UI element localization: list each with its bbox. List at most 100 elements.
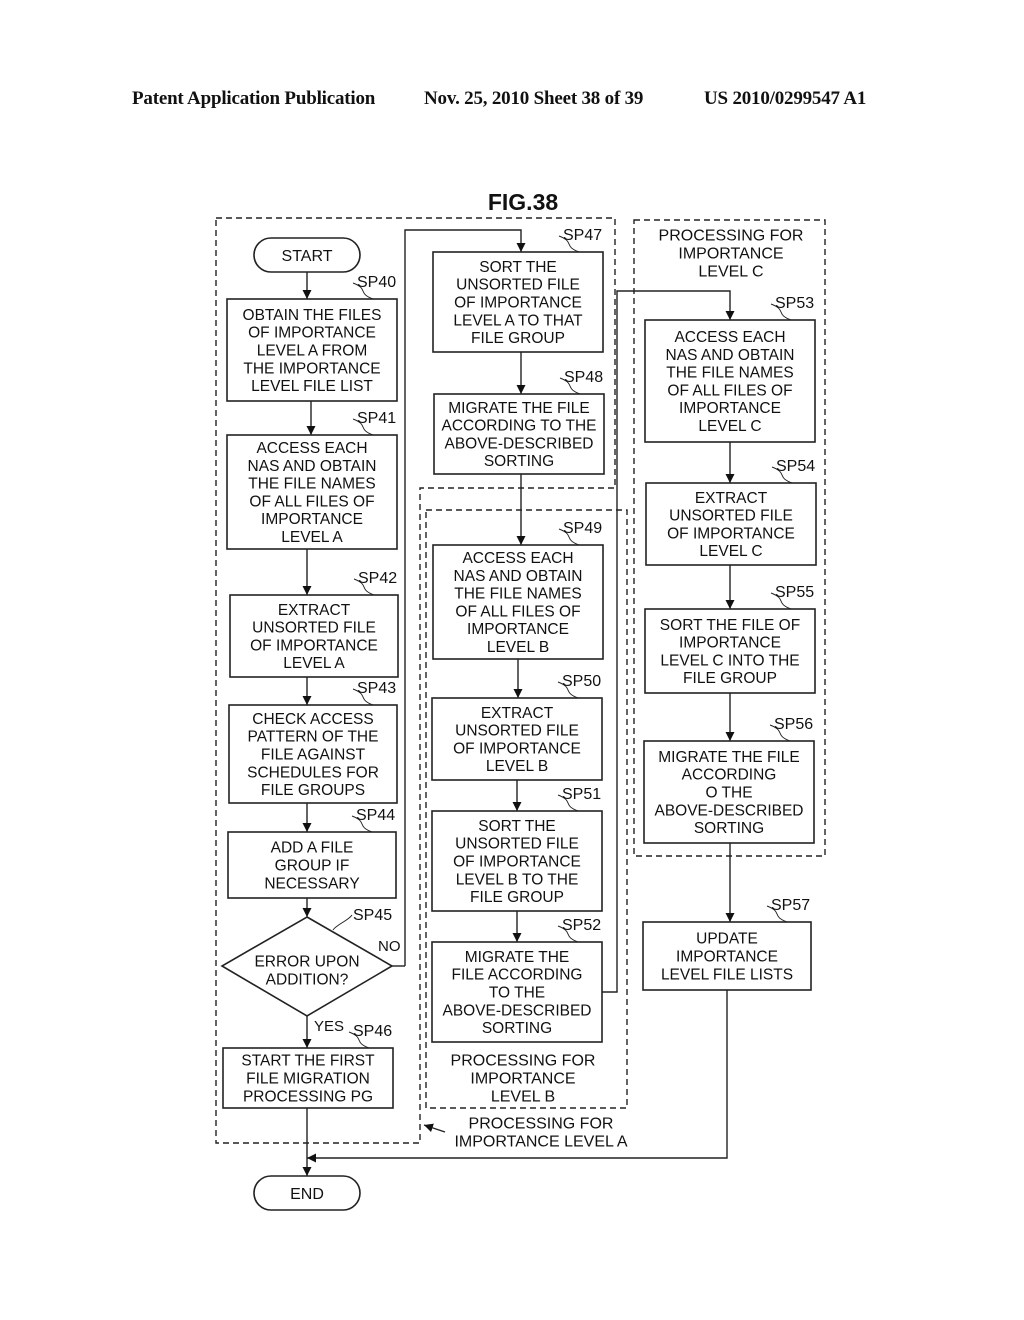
process-box-text: OF ALL FILES OF — [455, 603, 580, 620]
process-box-text: SORTING — [694, 820, 764, 837]
process-box-text: THE FILE NAMES — [248, 476, 375, 493]
process-box-text: OF ALL FILES OF — [249, 493, 374, 510]
region-label-level-a: IMPORTANCE LEVEL A — [454, 1133, 627, 1150]
region-label-level-a: PROCESSING FOR — [469, 1116, 614, 1133]
process-box-text: FILE GROUP — [683, 670, 777, 687]
step-id-label: SP57 — [771, 897, 810, 914]
process-box-text: UNSORTED FILE — [252, 620, 376, 637]
region-label-level-b: LEVEL B — [491, 1088, 555, 1105]
process-box-sp47: SORT THEUNSORTED FILEOF IMPORTANCELEVEL … — [432, 251, 604, 353]
process-box-text: OF IMPORTANCE — [667, 525, 795, 542]
process-box-text: START THE FIRST — [241, 1053, 375, 1070]
step-id-label: SP56 — [774, 716, 813, 733]
step-id-label: SP51 — [562, 786, 601, 803]
process-box-text: FILE MIGRATION — [246, 1071, 370, 1088]
process-box-text: MIGRATE THE FILE — [658, 749, 800, 766]
step-id-label: SP42 — [358, 570, 397, 587]
process-box-text: OBTAIN THE FILES — [243, 307, 382, 324]
process-box-text: LEVEL C — [698, 418, 761, 435]
process-box-sp56: MIGRATE THE FILEACCORDINGO THEABOVE-DESC… — [643, 740, 815, 844]
process-box-sp54: EXTRACTUNSORTED FILEOF IMPORTANCELEVEL C — [645, 482, 817, 566]
process-box-text: LEVEL FILE LISTS — [661, 966, 793, 983]
process-box-text: LEVEL A FROM — [257, 343, 368, 360]
process-box-text: SORTING — [484, 453, 554, 470]
region-label-level-c: LEVEL C — [698, 263, 763, 280]
process-box-text: PATTERN OF THE — [248, 729, 379, 746]
end-terminal: END — [253, 1175, 361, 1211]
process-box-text: OF IMPORTANCE — [453, 854, 581, 871]
process-box-text: SCHEDULES FOR — [247, 764, 379, 781]
process-box-text: THE FILE NAMES — [666, 365, 793, 382]
process-box-text: NAS AND OBTAIN — [666, 347, 795, 364]
step-id-label: SP54 — [776, 458, 815, 475]
process-box-sp51: SORT THEUNSORTED FILEOF IMPORTANCELEVEL … — [431, 810, 603, 912]
process-box-text: MIGRATE THE — [465, 949, 570, 966]
process-box-text: IMPORTANCE — [467, 621, 569, 638]
process-box-text: NAS AND OBTAIN — [454, 568, 583, 585]
process-box-sp52: MIGRATE THEFILE ACCORDINGTO THEABOVE-DES… — [431, 941, 603, 1043]
process-box-sp53: ACCESS EACHNAS AND OBTAINTHE FILE NAMESO… — [644, 319, 816, 443]
step-id-label: SP55 — [775, 584, 814, 601]
process-box-text: FILE GROUPS — [261, 782, 365, 799]
process-box-text: NAS AND OBTAIN — [248, 458, 377, 475]
region-label-level-b: IMPORTANCE — [470, 1071, 575, 1088]
process-box-sp48: MIGRATE THE FILEACCORDING TO THEABOVE-DE… — [433, 393, 605, 475]
process-box-sp40: OBTAIN THE FILESOF IMPORTANCELEVEL A FRO… — [226, 298, 398, 402]
process-box-text: LEVEL A — [281, 529, 343, 546]
process-box-text: OF IMPORTANCE — [453, 740, 581, 757]
process-box-text: LEVEL C — [699, 543, 762, 560]
process-box-text: ACCESS EACH — [674, 329, 785, 346]
process-box-text: SORTING — [482, 1020, 552, 1037]
flowchart: FIG.38 OBTAIN THE FILESOF IMPORTANCELEVE… — [215, 189, 826, 1211]
process-box-text: SORT THE — [478, 818, 556, 835]
step-id-label: SP49 — [563, 520, 602, 537]
process-box-text: EXTRACT — [695, 490, 768, 507]
figure-title: FIG.38 — [488, 189, 559, 215]
process-box-text: IMPORTANCE — [676, 949, 778, 966]
process-box-text: ABOVE-DESCRIBED — [444, 435, 593, 452]
process-box-text: IMPORTANCE — [679, 400, 781, 417]
process-box-text: ACCORDING — [682, 767, 777, 784]
process-box-text: EXTRACT — [278, 602, 351, 619]
process-box-text: OF IMPORTANCE — [250, 637, 378, 654]
process-box-text: NECESSARY — [264, 875, 359, 892]
process-box-text: UNSORTED FILE — [669, 508, 793, 525]
process-box-text: PROCESSING PG — [243, 1088, 373, 1105]
process-box-sp41: ACCESS EACHNAS AND OBTAINTHE FILE NAMESO… — [226, 434, 398, 550]
process-box-text: FILE GROUP — [470, 889, 564, 906]
step-id-label: SP53 — [775, 295, 814, 312]
process-box-text: SORT THE — [479, 259, 557, 276]
process-box-text: O THE — [705, 785, 752, 802]
step-id-label: SP50 — [562, 673, 601, 690]
process-box-text: UNSORTED FILE — [455, 723, 579, 740]
end-terminal-label: END — [290, 1186, 324, 1203]
process-box-text: FILE GROUP — [471, 330, 565, 347]
process-box-text: LEVEL FILE LIST — [251, 378, 373, 395]
process-box-text: ABOVE-DESCRIBED — [442, 1002, 591, 1019]
step-id-label: SP48 — [564, 369, 603, 386]
process-box-sp44: ADD A FILEGROUP IFNECESSARY — [227, 831, 397, 899]
process-box-text: LEVEL A TO THAT — [453, 312, 583, 329]
process-box-text: LEVEL C INTO THE — [660, 652, 799, 669]
yes-branch-label: YES — [314, 1018, 344, 1035]
step-id-label: SP43 — [357, 680, 396, 697]
process-box-text: UNSORTED FILE — [455, 836, 579, 853]
step-id-label: SP44 — [356, 807, 395, 824]
process-box-text: LEVEL B — [487, 639, 549, 656]
region-a-leader-arrow — [423, 1123, 446, 1133]
process-box-text: SORT THE FILE OF — [660, 617, 800, 634]
process-box-text: ACCESS EACH — [462, 550, 573, 567]
step-id-label: SP41 — [357, 410, 396, 427]
process-box-text: OF IMPORTANCE — [454, 295, 582, 312]
process-box-text: GROUP IF — [275, 858, 350, 875]
process-box-text: CHECK ACCESS — [252, 711, 373, 728]
region-label-level-c: PROCESSING FOR — [659, 228, 804, 245]
process-box-text: ACCORDING TO THE — [441, 418, 596, 435]
process-box-sp49: ACCESS EACHNAS AND OBTAINTHE FILE NAMESO… — [432, 544, 604, 660]
process-box-text: FILE AGAINST — [261, 747, 366, 764]
process-box-text: THE FILE NAMES — [454, 586, 581, 603]
region-label-level-c: IMPORTANCE — [678, 246, 783, 263]
process-box-text: ABOVE-DESCRIBED — [654, 802, 803, 819]
process-box-sp50: EXTRACTUNSORTED FILEOF IMPORTANCELEVEL B — [431, 697, 603, 781]
decision-text: ERROR UPON — [254, 954, 359, 971]
